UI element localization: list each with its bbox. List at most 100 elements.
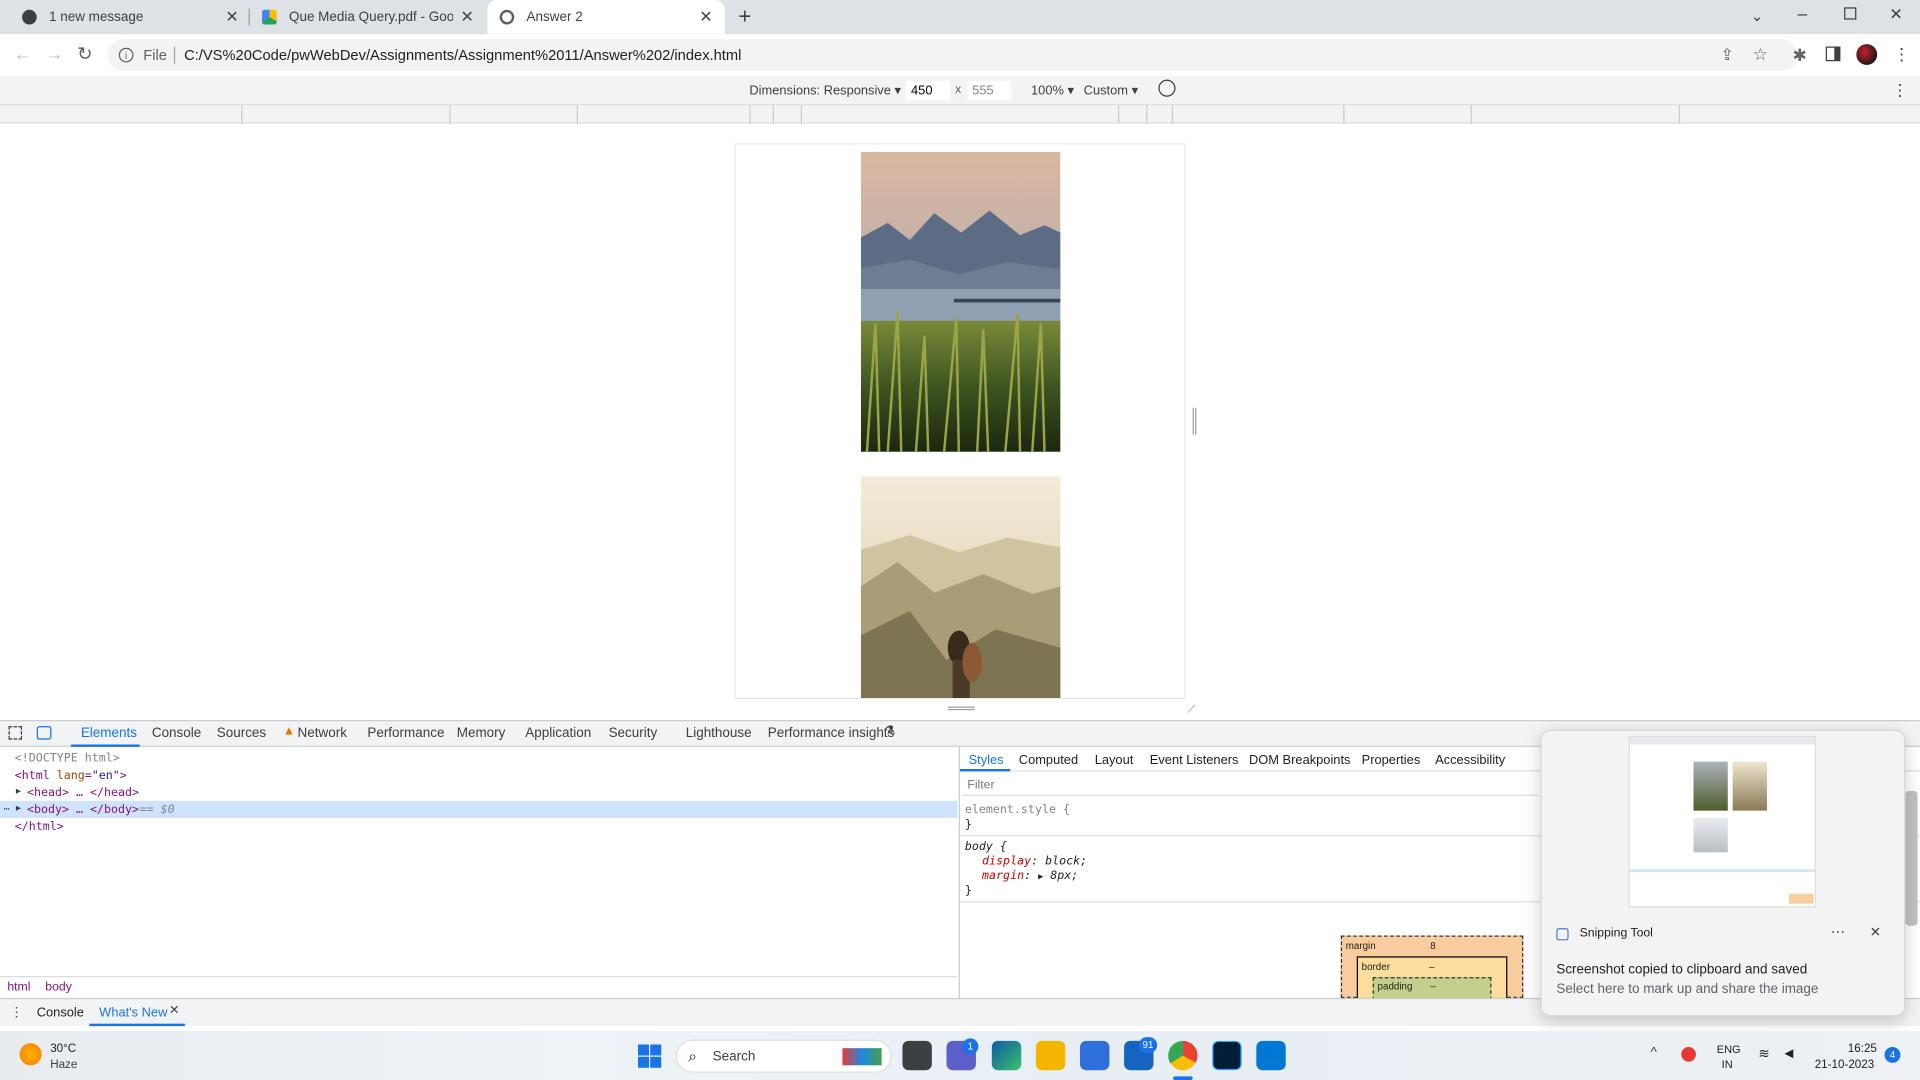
notification-count-badge[interactable]: 4 (1884, 1046, 1901, 1063)
body-node[interactable]: <body> … </body> (27, 803, 139, 816)
info-icon[interactable]: i (118, 47, 134, 63)
share-icon[interactable]: ⇪ (1721, 45, 1734, 65)
screenshot-thumbnail[interactable] (1628, 735, 1816, 908)
browser-tab-pdf[interactable]: Que Media Query.pdf - Google D ✕ (250, 0, 486, 34)
device-width-input[interactable] (906, 80, 951, 101)
wifi-icon[interactable]: ≋ (1758, 1046, 1769, 1062)
drawer-menu-icon[interactable]: ⋮ (10, 1004, 23, 1020)
tab-layout[interactable]: Layout (1095, 753, 1134, 768)
bookmark-star-icon[interactable]: ☆ (1753, 44, 1768, 65)
forward-arrow-icon[interactable]: → (45, 45, 63, 65)
box-model-border[interactable]: border – padding – (1356, 956, 1508, 1001)
throttle-dropdown[interactable]: Custom ▾ (1084, 83, 1138, 98)
margin-value[interactable]: 8 (1430, 940, 1435, 951)
styles-scrollbar[interactable] (1905, 791, 1918, 926)
profile-avatar[interactable] (1856, 44, 1878, 65)
element-style-selector[interactable]: element.style { (965, 803, 1070, 816)
tab-security[interactable]: Security (609, 726, 658, 741)
notification-more-icon[interactable]: ⋯ (1831, 923, 1846, 940)
volume-icon[interactable]: ◄ (1782, 1044, 1797, 1061)
breadcrumb-body[interactable]: body (45, 981, 72, 994)
close-tab-icon[interactable]: ✕ (699, 7, 712, 27)
inspect-element-icon[interactable] (8, 726, 23, 740)
browser-menu-icon[interactable]: ⋮ (1893, 44, 1910, 65)
vscode-icon[interactable] (1256, 1040, 1286, 1071)
zoom-dropdown[interactable]: 100% ▾ (1031, 83, 1074, 98)
tab-event-listeners[interactable]: Event Listeners (1150, 753, 1239, 768)
tab-network[interactable]: Network (298, 726, 347, 741)
taskbar-search-box[interactable]: ⌕ Search (675, 1039, 892, 1073)
head-node[interactable]: <head> … </head> (27, 786, 139, 799)
photoshop-icon[interactable] (1212, 1040, 1242, 1071)
close-drawer-tab-icon[interactable]: ✕ (169, 1004, 179, 1017)
clock-date[interactable]: 21-10-2023 (1815, 1058, 1875, 1071)
doctype-line[interactable]: <!DOCTYPE html> (15, 752, 120, 765)
snipping-tool-notification[interactable]: Snipping Tool ⋯ ✕ Screenshot copied to c… (1540, 729, 1906, 1017)
border-value[interactable]: – (1429, 961, 1434, 972)
tab-sources[interactable]: Sources (217, 726, 266, 741)
tab-application[interactable]: Application (525, 726, 591, 741)
side-panel-icon[interactable] (1825, 46, 1841, 62)
display-declaration[interactable]: display: block; (982, 855, 1087, 868)
tab-search-chevron-icon[interactable]: ⌄ (1751, 7, 1763, 24)
dimensions-dropdown[interactable]: Dimensions: Responsive ▾ (749, 83, 901, 98)
tab-styles[interactable]: Styles (969, 753, 1004, 768)
expand-triangle-icon[interactable]: ▶ (16, 786, 21, 796)
device-toggle-icon[interactable] (36, 726, 52, 740)
reload-icon[interactable]: ↻ (77, 45, 92, 65)
back-arrow-icon[interactable]: ← (13, 45, 31, 65)
box-model-margin[interactable]: margin 8 border – padding – (1340, 935, 1524, 1001)
file-explorer-icon[interactable] (1035, 1040, 1066, 1071)
box-model-padding[interactable]: padding – (1372, 977, 1492, 1001)
tab-performance-insights[interactable]: Performance insights (768, 726, 895, 741)
tab-elements[interactable]: Elements (81, 726, 137, 741)
html-close-line[interactable]: </html> (15, 820, 64, 833)
tab-properties[interactable]: Properties (1362, 753, 1421, 768)
weather-temp[interactable]: 30°C (50, 1042, 76, 1055)
breadcrumb-html[interactable]: html (7, 981, 30, 994)
show-hidden-icons-chevron[interactable]: ^ (1651, 1046, 1657, 1061)
tab-lighthouse[interactable]: Lighthouse (686, 726, 752, 741)
microsoft-store-icon[interactable] (1080, 1040, 1110, 1071)
close-tab-icon[interactable]: ✕ (225, 7, 238, 27)
minimize-icon[interactable]: – (1798, 4, 1808, 24)
weather-sun-icon[interactable] (19, 1043, 42, 1066)
tab-console[interactable]: Console (152, 726, 201, 741)
language-top[interactable]: ENG (1717, 1043, 1741, 1055)
drawer-tab-whats-new[interactable]: What's New (99, 1005, 167, 1020)
row-more-icon[interactable]: ⋯ (4, 803, 10, 814)
tab-accessibility[interactable]: Accessibility (1435, 753, 1505, 768)
new-tab-button[interactable]: + (738, 4, 751, 30)
body-rule-selector[interactable]: body { (965, 840, 1007, 853)
browser-tab-messages[interactable]: 1 new message ✕ (10, 0, 251, 34)
tab-memory[interactable]: Memory (457, 726, 506, 741)
device-toolbar-menu-icon[interactable]: ⋮ (1892, 81, 1908, 101)
language-bottom[interactable]: IN (1722, 1058, 1733, 1070)
extensions-puzzle-icon[interactable]: ✱ (1793, 45, 1807, 66)
media-query-bar[interactable] (0, 105, 1920, 124)
address-bar[interactable]: i File C:/VS%20Code/pwWebDev/Assignments… (107, 39, 1798, 72)
margin-declaration[interactable]: margin: ▶ 8px; (982, 869, 1078, 882)
tab-performance[interactable]: Performance (367, 726, 444, 741)
resize-handle-bottom[interactable] (947, 706, 975, 711)
weather-desc[interactable]: Haze (50, 1058, 77, 1071)
edge-browser-icon[interactable] (991, 1040, 1022, 1071)
device-height-input[interactable] (967, 80, 1012, 101)
close-tab-icon[interactable]: ✕ (461, 7, 474, 27)
chrome-icon[interactable] (1168, 1040, 1198, 1071)
security-status-icon[interactable] (1681, 1046, 1696, 1062)
notification-close-icon[interactable]: ✕ (1870, 924, 1881, 941)
drawer-tab-console[interactable]: Console (37, 1005, 84, 1020)
url-text[interactable]: C:/VS%20Code/pwWebDev/Assignments/Assign… (184, 47, 741, 64)
padding-value[interactable]: – (1430, 981, 1435, 992)
rotate-icon[interactable] (1158, 79, 1176, 97)
restore-icon[interactable] (1844, 7, 1857, 20)
html-open-line[interactable]: <html lang="en"> (15, 769, 127, 782)
windows-start-icon[interactable] (637, 1044, 662, 1068)
browser-tab-answer2[interactable]: Answer 2 ✕ (487, 0, 725, 35)
tab-dom-breakpoints[interactable]: DOM Breakpoints (1249, 753, 1350, 768)
clock-time[interactable]: 16:25 (1848, 1042, 1877, 1055)
resize-handle-right[interactable] (1192, 407, 1197, 435)
resize-corner-icon[interactable]: ⟋ (1188, 703, 1196, 716)
close-window-icon[interactable]: ✕ (1889, 5, 1902, 25)
